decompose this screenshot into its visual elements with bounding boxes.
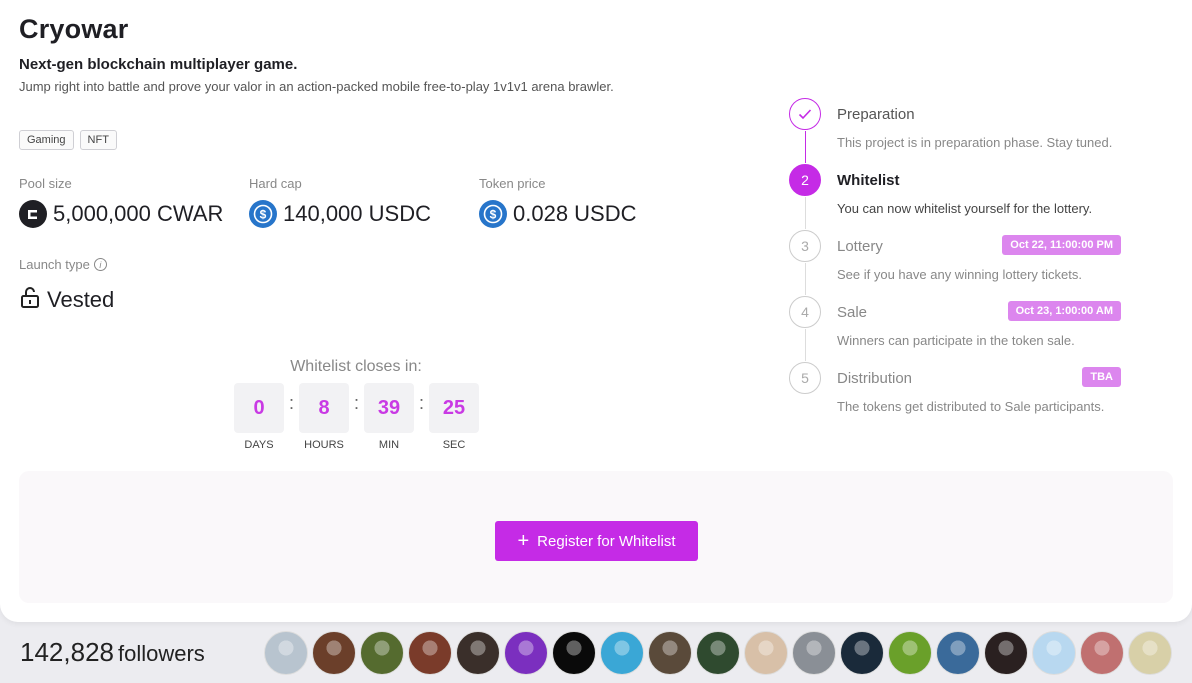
stat-pool-size: Pool size 5,000,000 CWAR [19, 176, 223, 228]
step-description: Winners can participate in the token sal… [837, 333, 1075, 348]
step-date-badge: Oct 22, 11:00:00 PM [1002, 235, 1121, 255]
step-sale: 4 Sale Oct 23, 1:00:00 AM Winners can pa… [789, 296, 1129, 361]
follower-avatar[interactable] [552, 631, 596, 675]
launch-type-label: Launch type i [19, 257, 107, 272]
step-connector [805, 131, 806, 163]
follower-avatar[interactable] [984, 631, 1028, 675]
info-icon[interactable]: i [93, 258, 107, 271]
step-title: Whitelist [837, 172, 900, 189]
tag-list: Gaming NFT [19, 130, 117, 150]
follower-avatars [264, 631, 1176, 675]
stat-label: Hard cap [249, 176, 302, 191]
project-title: Cryowar [19, 14, 129, 44]
check-icon [789, 98, 821, 130]
cwar-coin-icon [19, 200, 47, 228]
project-description: Jump right into battle and prove your va… [19, 79, 614, 94]
follower-avatar[interactable] [1128, 631, 1172, 675]
step-title: Distribution [837, 370, 913, 387]
stat-hard-cap: Hard cap $ 140,000 USDC [249, 176, 431, 228]
follower-avatar[interactable] [360, 631, 404, 675]
step-title: Sale [837, 304, 868, 321]
project-card: Cryowar Next-gen blockchain multiplayer … [0, 0, 1192, 622]
follower-avatar[interactable] [408, 631, 452, 675]
follower-avatar[interactable] [792, 631, 836, 675]
step-distribution: 5 Distribution TBA The tokens get distri… [789, 362, 1129, 422]
step-description: See if you have any winning lottery tick… [837, 267, 1082, 282]
launch-type-value: Vested [19, 285, 114, 315]
countdown-separator: : [418, 393, 424, 413]
project-subtitle: Next-gen blockchain multiplayer game. [19, 56, 298, 73]
tag-nft[interactable]: NFT [79, 130, 117, 150]
stat-value: 5,000,000 CWAR [53, 201, 224, 226]
follower-avatar[interactable] [840, 631, 884, 675]
svg-text:$: $ [490, 208, 497, 222]
usdc-coin-icon: $ [479, 200, 507, 228]
follower-avatar[interactable] [1080, 631, 1124, 675]
step-connector [805, 197, 806, 229]
register-whitelist-button[interactable]: + Register for Whitelist [495, 521, 698, 561]
stat-value: 140,000 USDC [283, 201, 431, 226]
countdown-label: Whitelist closes in: [290, 358, 422, 375]
countdown-seconds: 25 SEC [429, 383, 479, 451]
followers-count: 142,828 followers [20, 637, 205, 667]
follower-avatar[interactable] [888, 631, 932, 675]
stat-value: 0.028 USDC [513, 201, 637, 226]
step-date-badge: Oct 23, 1:00:00 AM [1007, 301, 1121, 321]
countdown-minutes: 39 MIN [364, 383, 414, 451]
countdown-days: 0 DAYS [234, 383, 284, 451]
stat-label: Pool size [19, 176, 72, 191]
step-lottery: 3 Lottery Oct 22, 11:00:00 PM See if you… [789, 230, 1129, 295]
step-title: Preparation [837, 106, 915, 123]
stat-label: Token price [479, 176, 546, 191]
follower-avatar[interactable] [648, 631, 692, 675]
follower-avatar[interactable] [600, 631, 644, 675]
step-description: The tokens get distributed to Sale parti… [837, 399, 1105, 414]
follower-avatar[interactable] [456, 631, 500, 675]
follower-avatar[interactable] [504, 631, 548, 675]
step-description: You can now whitelist yourself for the l… [837, 201, 1093, 216]
follower-avatar[interactable] [1032, 631, 1076, 675]
follower-avatar[interactable] [696, 631, 740, 675]
stat-token-price: Token price $ 0.028 USDC [479, 176, 637, 228]
step-whitelist: 2 Whitelist You can now whitelist yourse… [789, 164, 1129, 229]
follower-avatar[interactable] [264, 631, 308, 675]
svg-text:$: $ [260, 208, 267, 222]
step-description: This project is in preparation phase. St… [837, 135, 1113, 150]
step-connector [805, 263, 806, 295]
step-number: 2 [789, 164, 821, 196]
step-preparation: Preparation This project is in preparati… [789, 98, 1129, 163]
countdown-hours: 8 HOURS [299, 383, 349, 451]
countdown-separator: : [353, 393, 359, 413]
step-number: 4 [789, 296, 821, 328]
follower-avatar[interactable] [744, 631, 788, 675]
unlock-icon [19, 285, 41, 315]
step-connector [805, 329, 806, 361]
countdown-timer: 0 DAYS : 8 HOURS : 39 MIN : 25 SEC [234, 383, 479, 451]
follower-avatar[interactable] [936, 631, 980, 675]
step-number: 5 [789, 362, 821, 394]
step-title: Lottery [837, 238, 883, 255]
follower-avatar[interactable] [312, 631, 356, 675]
countdown-separator: : [288, 393, 294, 413]
tag-gaming[interactable]: Gaming [19, 130, 74, 150]
plus-icon: + [517, 530, 530, 552]
step-date-badge: TBA [1082, 367, 1121, 387]
usdc-coin-icon: $ [249, 200, 277, 228]
step-number: 3 [789, 230, 821, 262]
register-whitelist-label: Register for Whitelist [537, 532, 676, 550]
